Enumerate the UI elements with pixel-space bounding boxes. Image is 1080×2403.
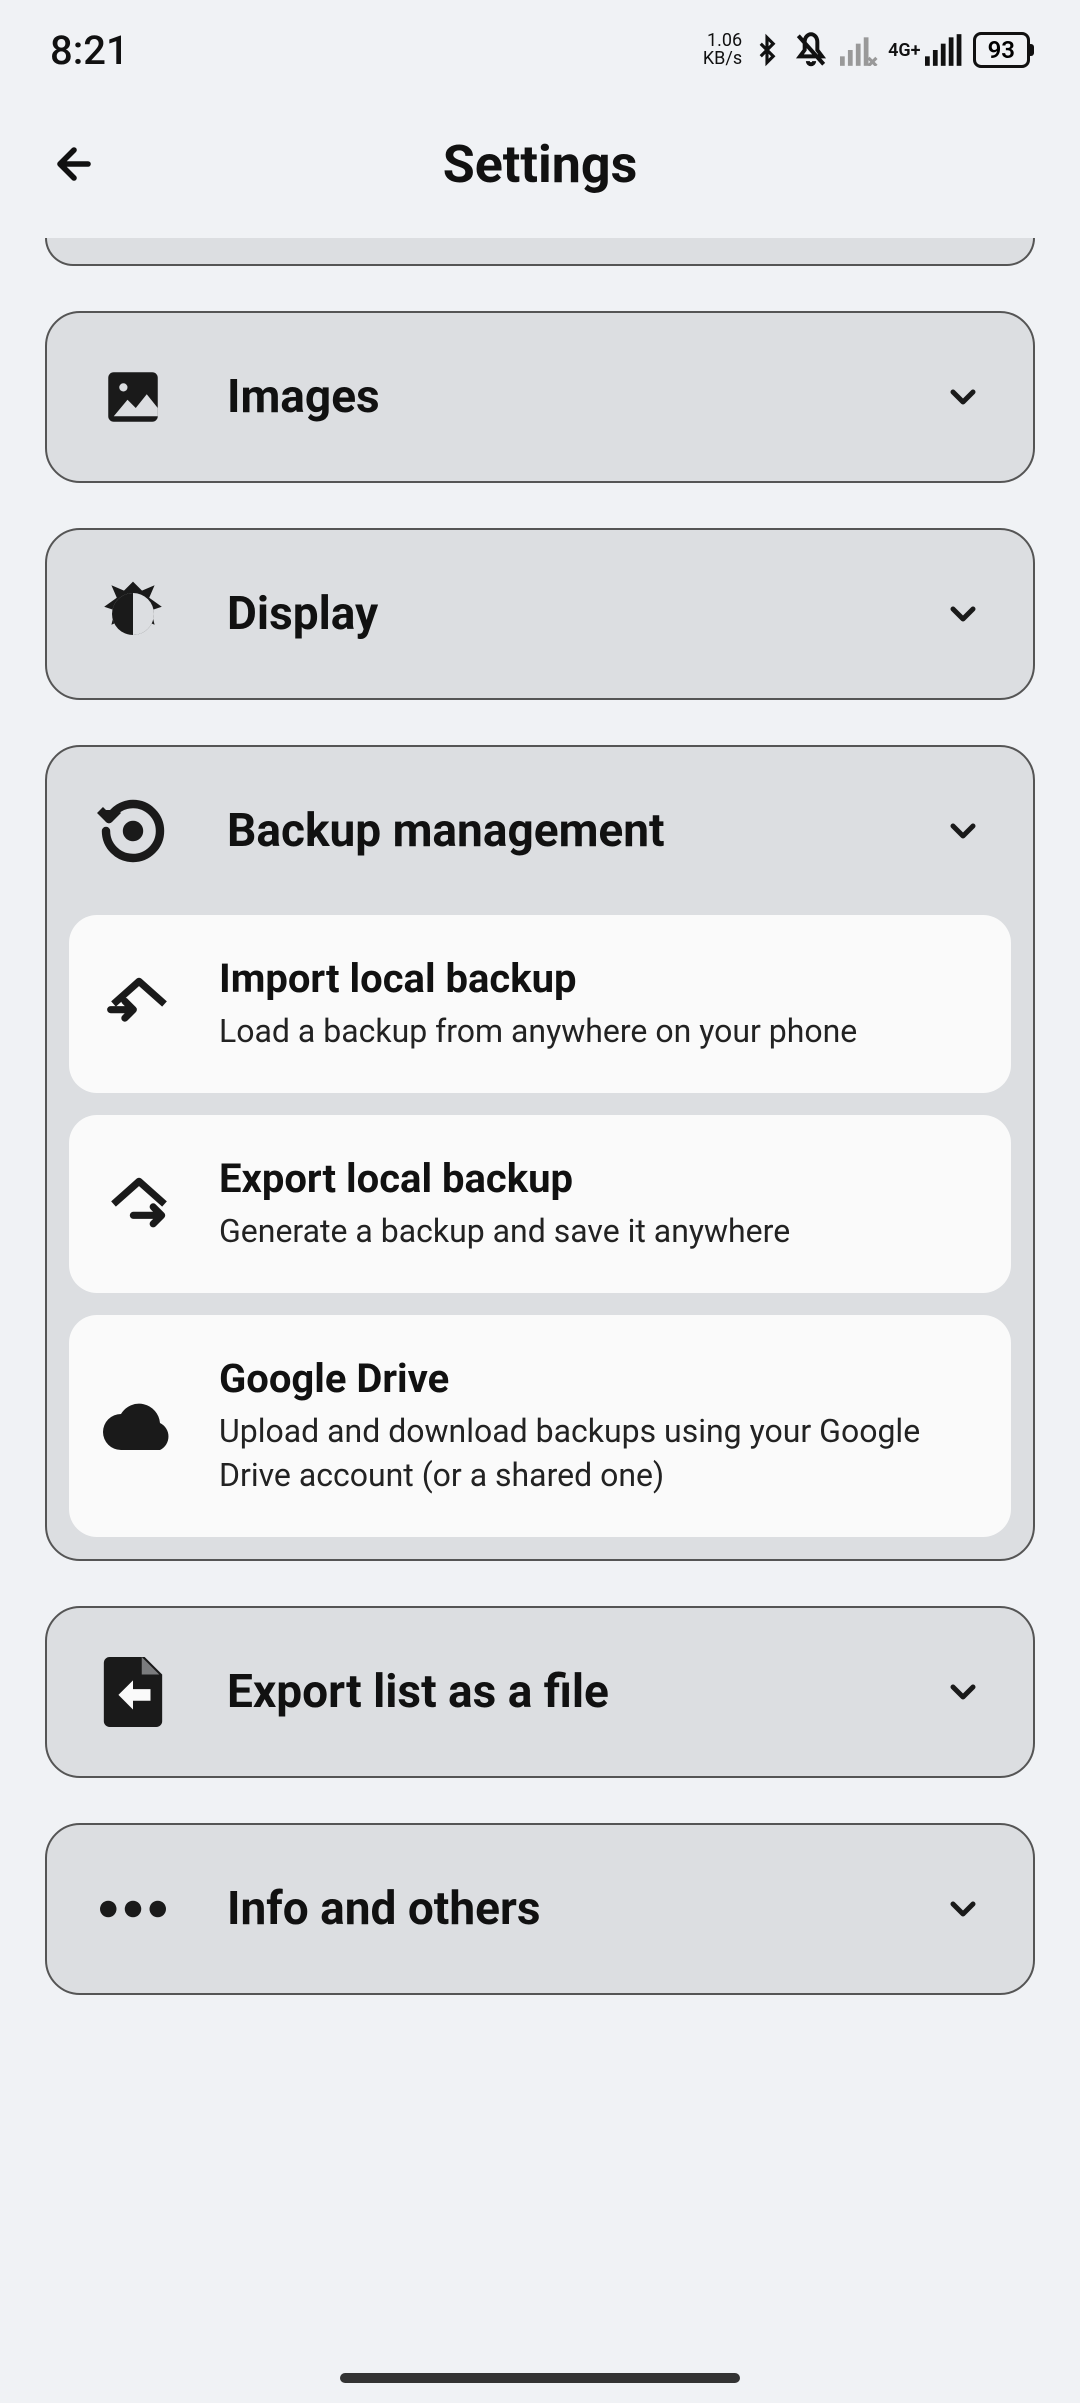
import-title: Import local backup: [219, 955, 971, 1002]
file-export-icon: [97, 1656, 169, 1728]
partial-section-above[interactable]: [45, 238, 1035, 266]
back-button[interactable]: [50, 140, 98, 188]
section-export-file: Export list as a file: [45, 1606, 1035, 1778]
export-title: Export local backup: [219, 1155, 971, 1202]
status-bar: 8:21 1.06 KB/s 4G+ 93: [0, 0, 1080, 100]
chevron-down-icon: [943, 377, 983, 417]
section-header-info[interactable]: Info and others: [47, 1825, 1033, 1993]
settings-content: Images Display Backup management: [0, 238, 1080, 1995]
section-title-images: Images: [227, 370, 943, 424]
section-display: Display: [45, 528, 1035, 700]
import-local-backup[interactable]: Import local backup Load a backup from a…: [69, 915, 1011, 1093]
import-desc: Load a backup from anywhere on your phon…: [219, 1010, 971, 1053]
section-header-display[interactable]: Display: [47, 530, 1033, 698]
section-title-backup: Backup management: [227, 804, 943, 858]
cloud-icon: [99, 1386, 179, 1466]
section-backup: Backup management Import local backup Lo…: [45, 745, 1035, 1561]
export-local-backup[interactable]: Export local backup Generate a backup an…: [69, 1115, 1011, 1293]
status-time: 8:21: [50, 27, 129, 74]
chevron-down-icon: [943, 1672, 983, 1712]
images-icon: [97, 361, 169, 433]
more-dots-icon: [97, 1873, 169, 1945]
mute-icon: [792, 31, 830, 69]
export-icon: [99, 1164, 179, 1244]
drive-title: Google Drive: [219, 1355, 971, 1402]
section-info: Info and others: [45, 1823, 1035, 1995]
google-drive-backup[interactable]: Google Drive Upload and download backups…: [69, 1315, 1011, 1536]
section-title-info: Info and others: [227, 1882, 943, 1936]
network-speed: 1.06 KB/s: [703, 32, 742, 68]
display-icon: [97, 578, 169, 650]
chevron-down-icon: [943, 811, 983, 851]
battery-indicator: 93: [973, 32, 1030, 68]
navigation-handle[interactable]: [340, 2373, 740, 2383]
section-header-images[interactable]: Images: [47, 313, 1033, 481]
status-indicators: 1.06 KB/s 4G+ 93: [703, 30, 1030, 70]
backup-restore-icon: [97, 795, 169, 867]
signal-strong-icon: [925, 34, 963, 66]
chevron-down-icon: [943, 594, 983, 634]
drive-desc: Upload and download backups using your G…: [219, 1410, 971, 1496]
page-title: Settings: [443, 134, 638, 195]
section-header-backup[interactable]: Backup management: [47, 747, 1033, 915]
section-title-export-file: Export list as a file: [227, 1665, 943, 1719]
section-title-display: Display: [227, 587, 943, 641]
backup-sub-items: Import local backup Load a backup from a…: [47, 915, 1033, 1559]
import-icon: [99, 964, 179, 1044]
export-desc: Generate a backup and save it anywhere: [219, 1210, 971, 1253]
app-header: Settings: [0, 100, 1080, 238]
bluetooth-icon: [752, 30, 782, 70]
section-images: Images: [45, 311, 1035, 483]
section-header-export-file[interactable]: Export list as a file: [47, 1608, 1033, 1776]
signal-strong-group: 4G+: [888, 40, 922, 61]
signal-weak-icon: [840, 34, 878, 66]
chevron-down-icon: [943, 1889, 983, 1929]
